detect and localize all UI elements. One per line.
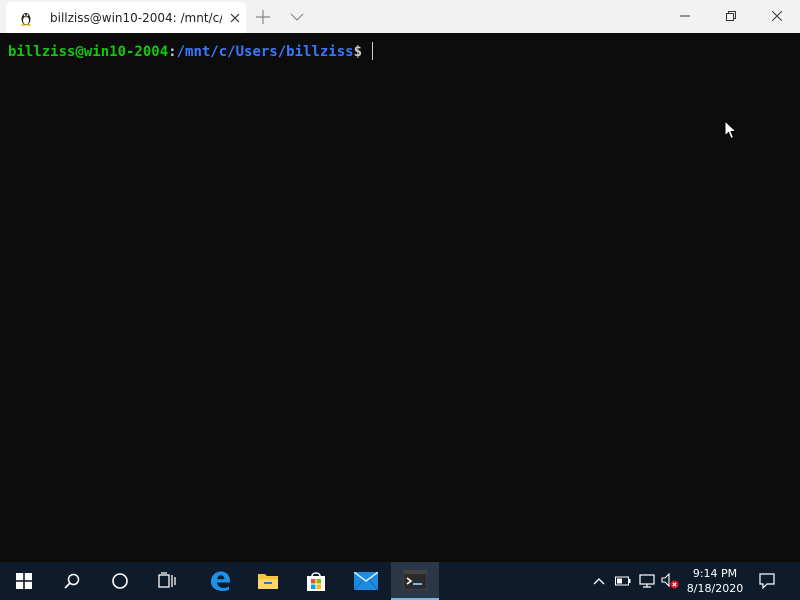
clock-date: 8/18/2020 <box>686 582 744 595</box>
prompt-user-host: billziss@win10-2004 <box>8 44 169 60</box>
network-icon <box>639 574 655 588</box>
mail-button[interactable] <box>342 562 390 600</box>
show-hidden-icons-button[interactable] <box>588 562 610 600</box>
file-explorer-button[interactable] <box>244 562 292 600</box>
edge-button[interactable] <box>196 562 244 600</box>
prompt-path: /mnt/c/Users/billziss <box>176 44 354 60</box>
terminal-taskbar-button[interactable] <box>391 562 439 600</box>
chevron-down-icon[interactable] <box>288 8 306 26</box>
terminal-area[interactable]: billziss@win10-2004:/mnt/c/Users/billzis… <box>0 33 800 562</box>
taskbar: 9:14 PM 8/18/2020 <box>0 562 800 600</box>
chevron-up-icon <box>593 578 605 585</box>
restore-icon <box>726 11 736 21</box>
prompt-line: billziss@win10-2004:/mnt/c/Users/billzis… <box>8 42 374 60</box>
prompt-dollar: $ <box>353 44 363 60</box>
cortana-icon <box>112 573 128 589</box>
prompt-colon: : <box>168 44 177 60</box>
tab-title: billziss@win10-2004: /mnt/c/Us <box>50 11 222 25</box>
battery-button[interactable] <box>612 562 634 600</box>
search-icon <box>64 573 80 589</box>
search-button[interactable] <box>48 562 96 600</box>
close-window-button[interactable] <box>754 0 800 33</box>
minimize-icon <box>680 15 690 17</box>
restore-button[interactable] <box>708 0 754 33</box>
cortana-button[interactable] <box>96 562 144 600</box>
notification-icon <box>759 573 775 589</box>
start-button[interactable] <box>0 562 48 600</box>
task-view-icon <box>158 572 176 588</box>
minimize-button[interactable] <box>662 0 708 33</box>
network-button[interactable] <box>636 562 658 600</box>
file-explorer-icon <box>258 574 278 589</box>
volume-button[interactable] <box>658 562 682 600</box>
terminal-icon <box>403 570 427 590</box>
mouse-pointer-icon <box>724 120 738 140</box>
title-bar: billziss@win10-2004: /mnt/c/Us <box>0 0 800 33</box>
battery-icon <box>615 576 631 586</box>
mail-icon <box>354 572 378 590</box>
new-tab-plus-icon[interactable] <box>254 8 272 26</box>
clock-time: 9:14 PM <box>692 567 738 580</box>
task-view-button[interactable] <box>144 562 192 600</box>
edge-icon <box>211 571 230 591</box>
clock[interactable]: 9:14 PM 8/18/2020 <box>682 566 748 598</box>
close-icon <box>772 11 782 21</box>
volume-muted-icon <box>661 573 679 589</box>
linux-penguin-icon <box>21 13 31 26</box>
store-button[interactable] <box>292 562 340 600</box>
tab-close-icon[interactable] <box>228 11 242 25</box>
terminal-tab[interactable]: billziss@win10-2004: /mnt/c/Us <box>6 2 246 33</box>
text-cursor <box>372 42 374 60</box>
windows-start-icon <box>16 573 32 589</box>
notifications-button[interactable] <box>752 562 782 600</box>
store-icon <box>307 572 325 591</box>
